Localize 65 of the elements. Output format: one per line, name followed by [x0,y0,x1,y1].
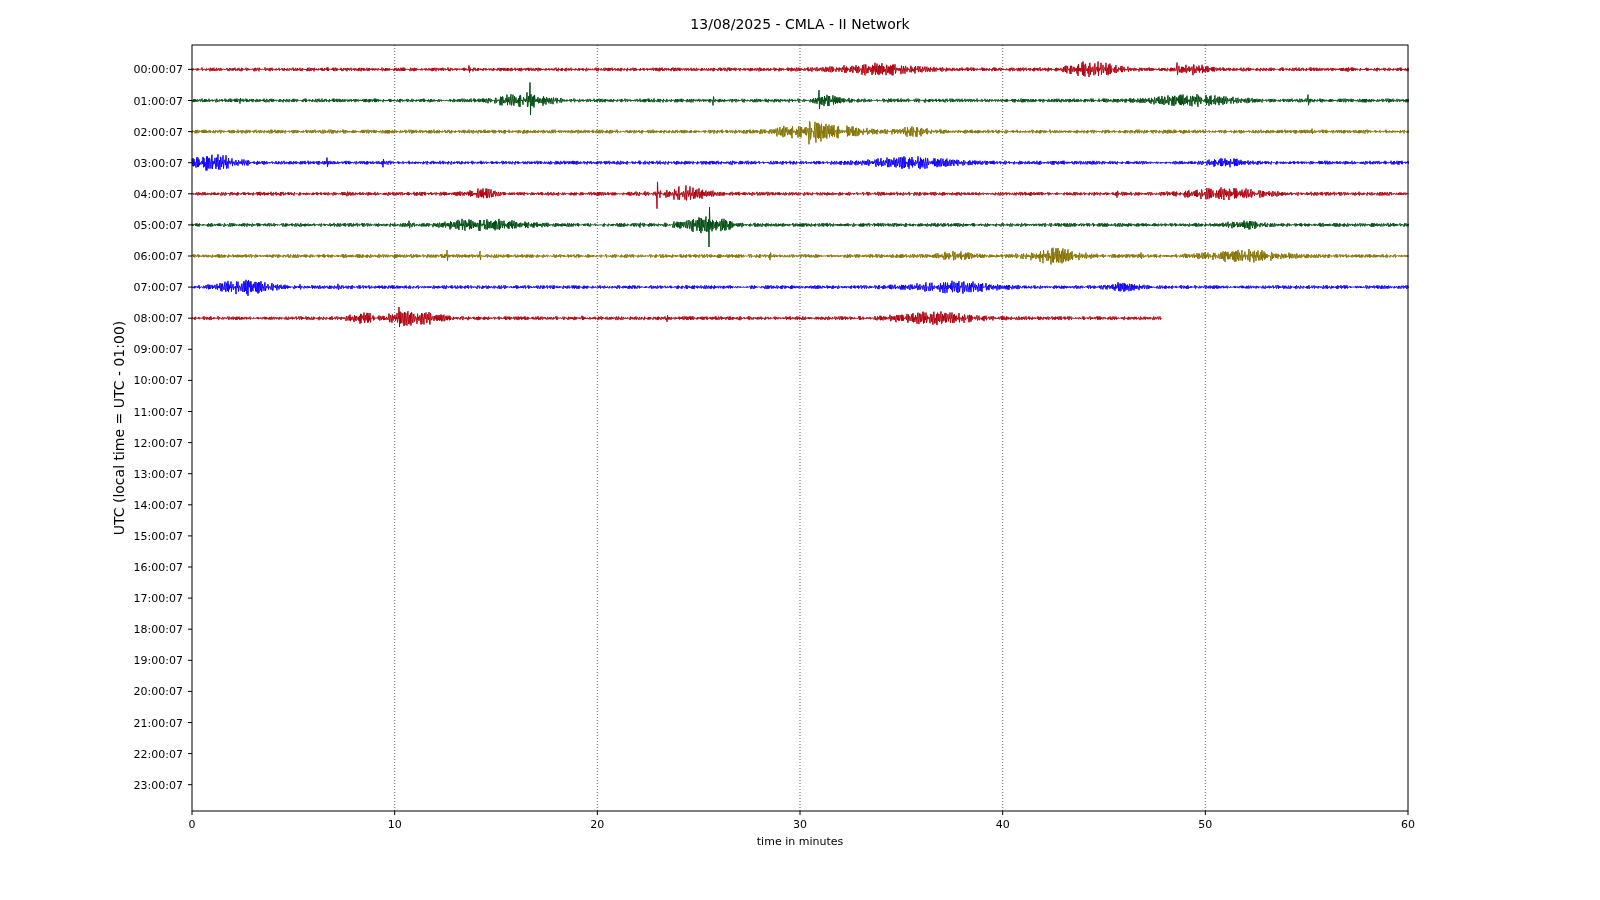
tick-mark [1407,810,1409,816]
tick-label: 04:00:07 [133,187,183,201]
tick-mark [187,690,193,692]
tick-mark [1002,810,1004,816]
figure-title: 13/08/2025 - CMLA - II Network [690,16,910,32]
tick-mark [187,255,193,257]
tick-label: 0 [188,818,196,831]
tick-mark [187,753,193,755]
tick-mark [187,286,193,288]
tick-label: 22:00:07 [133,747,183,761]
tick-mark [187,628,193,630]
tick-label: 07:00:07 [133,281,183,295]
tick-label: 15:00:07 [133,529,183,543]
tick-label: 12:00:07 [133,436,183,450]
tick-label: 20 [590,818,605,831]
tick-label: 19:00:07 [133,654,183,668]
tick-mark [187,597,193,599]
tick-mark [187,473,193,475]
tick-mark [187,535,193,537]
tick-label: 14:00:07 [133,498,183,512]
tick-mark [187,442,193,444]
tick-mark [187,566,193,568]
tick-label: 10:00:07 [133,374,183,388]
tick-label: 11:00:07 [133,405,183,419]
tick-label: 06:00:07 [133,250,183,263]
tick-label: 01:00:07 [133,94,183,108]
tick-label: 18:00:07 [133,623,183,637]
tick-mark [187,224,193,226]
tick-label: 10 [387,818,402,831]
axis-label: time in minutes [756,835,844,848]
tick-label: 03:00:07 [133,156,183,170]
tick-mark [187,722,193,723]
tick-label: 00:00:07 [133,63,183,77]
tick-label: 60 [1401,818,1415,831]
tick-mark [187,317,193,319]
tick-mark [187,659,193,661]
tick-label: 08:00:07 [133,312,183,326]
tick-mark [187,162,193,164]
tick-mark [799,810,801,816]
tick-label: 13:00:07 [133,467,183,481]
tick-label: 50 [1198,818,1213,831]
tick-label: 21:00:07 [133,716,183,730]
axis-label: UTC (local time = UTC - 01:00) [111,320,127,536]
tick-mark [394,810,396,816]
tick-label: 16:00:07 [133,561,183,574]
tick-label: 09:00:07 [133,343,183,357]
tick-mark [187,68,193,70]
tick-mark [596,810,598,816]
tick-mark [187,379,193,381]
tick-label: 02:00:07 [133,125,183,139]
tick-mark [187,193,193,195]
tick-mark [187,348,193,350]
tick-mark [187,411,193,412]
tick-mark [187,100,193,101]
tick-label: 20:00:07 [133,685,183,699]
tick-label: 17:00:07 [133,592,183,606]
tick-mark [1204,810,1206,816]
tick-mark [187,504,193,506]
tick-label: 05:00:07 [133,218,183,232]
tick-mark [191,810,193,816]
tick-mark [187,131,193,133]
tick-label: 23:00:07 [133,778,183,792]
tick-label: 30 [793,818,807,831]
tick-label: 40 [995,818,1010,831]
tick-mark [187,784,193,786]
